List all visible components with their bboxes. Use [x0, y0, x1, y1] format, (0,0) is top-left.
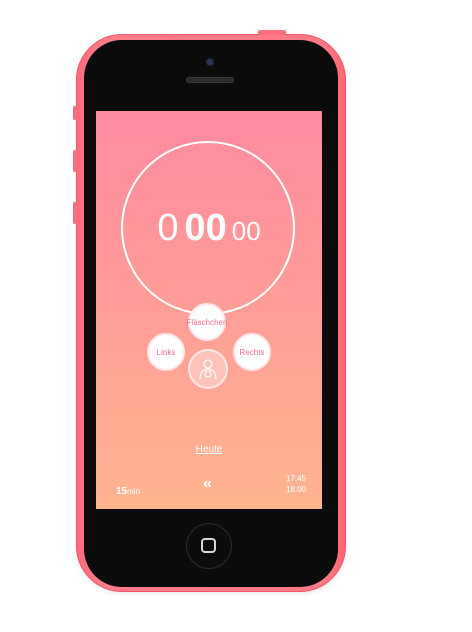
duration-value: 15 — [116, 486, 128, 497]
left-side-button[interactable]: Links — [147, 333, 185, 371]
start-feeding-button[interactable] — [188, 349, 228, 389]
volume-up-button — [73, 150, 77, 172]
bottle-label: Fläschchen — [186, 317, 228, 327]
feeding-duration: 15min — [116, 481, 140, 499]
earpiece-speaker — [186, 77, 234, 83]
volume-down-button — [73, 202, 77, 224]
timer-hours: 0 — [157, 207, 179, 249]
time-end: 18:00 — [285, 485, 306, 494]
today-link[interactable]: Heute — [96, 444, 322, 455]
mute-switch — [73, 106, 77, 120]
time-start: 17:45 — [285, 474, 306, 483]
right-side-button[interactable]: Rechts — [233, 333, 271, 371]
time-range: 17:45 18:00 — [276, 473, 306, 495]
app-screen: 0 00 00 Fläschchen Links Rechts Heute 15mi… — [96, 111, 322, 509]
left-side-label: Links — [156, 347, 176, 357]
duration-unit: min — [127, 487, 141, 496]
front-camera — [206, 58, 214, 66]
power-button — [258, 30, 286, 35]
timer-seconds: 00 — [231, 216, 261, 246]
bottle-button[interactable]: Fläschchen — [186, 303, 228, 341]
timer-display: 0 00 00 — [96, 209, 322, 247]
right-side-label: Rechts — [239, 347, 265, 357]
double-chevron-left-icon[interactable]: « — [203, 475, 212, 493]
timer-minutes: 00 — [184, 207, 227, 249]
baby-icon — [199, 359, 217, 380]
home-square-icon — [201, 538, 216, 553]
